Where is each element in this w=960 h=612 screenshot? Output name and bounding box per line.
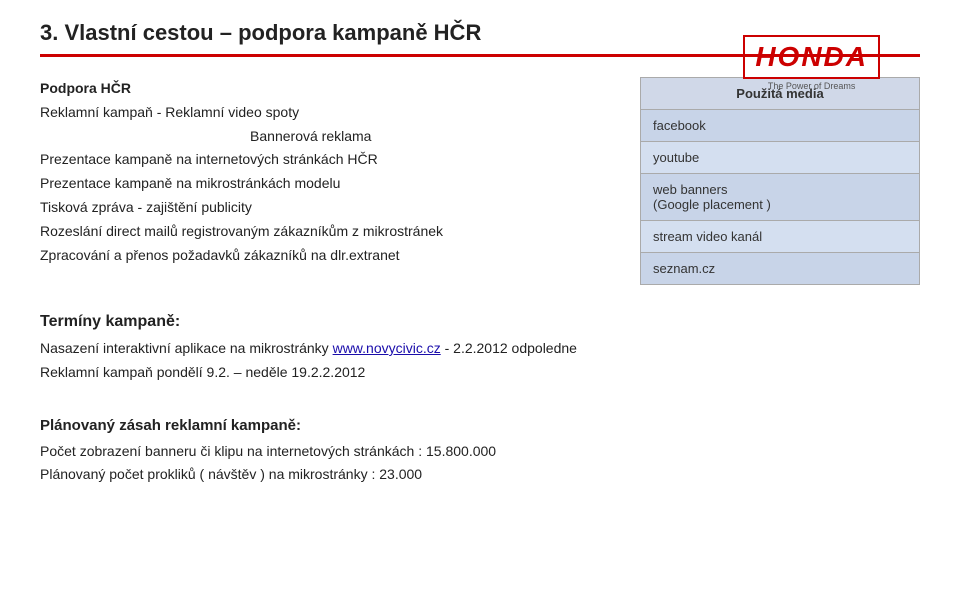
- media-table-row: facebook: [641, 110, 920, 142]
- terminy-content: Nasazení interaktivní aplikace na mikros…: [40, 337, 920, 385]
- media-table-row: youtube: [641, 142, 920, 174]
- novycivic-link[interactable]: www.novycivic.cz: [333, 340, 441, 356]
- stream-cell: stream video kanál: [641, 221, 920, 253]
- left-column: Podpora HČR Reklamní kampaň - Reklamní v…: [40, 77, 610, 285]
- media-table-row: seznam.cz: [641, 253, 920, 285]
- terminy-title: Termíny kampaně:: [40, 313, 920, 331]
- media-table-row: web banners(Google placement ): [641, 174, 920, 221]
- seznam-cell: seznam.cz: [641, 253, 920, 285]
- honda-tagline: The Power of Dreams: [743, 81, 880, 91]
- honda-brand: HONDA: [755, 41, 868, 72]
- planovany-content: Počet zobrazení banneru či klipu na inte…: [40, 440, 920, 488]
- youtube-cell: youtube: [641, 142, 920, 174]
- media-table: Použitá media facebook youtube web banne…: [640, 77, 920, 285]
- planovany-line1: Počet zobrazení banneru či klipu na inte…: [40, 443, 496, 459]
- terminy-line2: Reklamní kampaň pondělí 9.2. – neděle 19…: [40, 364, 365, 380]
- webbanners-cell: web banners(Google placement ): [641, 174, 920, 221]
- terminy-line1: Nasazení interaktivní aplikace na mikros…: [40, 340, 577, 356]
- facebook-cell: facebook: [641, 110, 920, 142]
- main-content: Podpora HČR Reklamní kampaň - Reklamní v…: [40, 77, 920, 285]
- honda-logo: HONDA The Power of Dreams: [743, 35, 880, 91]
- right-column: Použitá media facebook youtube web banne…: [640, 77, 920, 285]
- podpora-header: Podpora HČR Reklamní kampaň - Reklamní v…: [40, 77, 610, 267]
- planovany-title: Plánovaný zásah reklamní kampaně:: [40, 417, 920, 434]
- planovany-line2: Plánovaný počet prokliků ( návštěv ) na …: [40, 466, 422, 482]
- media-table-row: stream video kanál: [641, 221, 920, 253]
